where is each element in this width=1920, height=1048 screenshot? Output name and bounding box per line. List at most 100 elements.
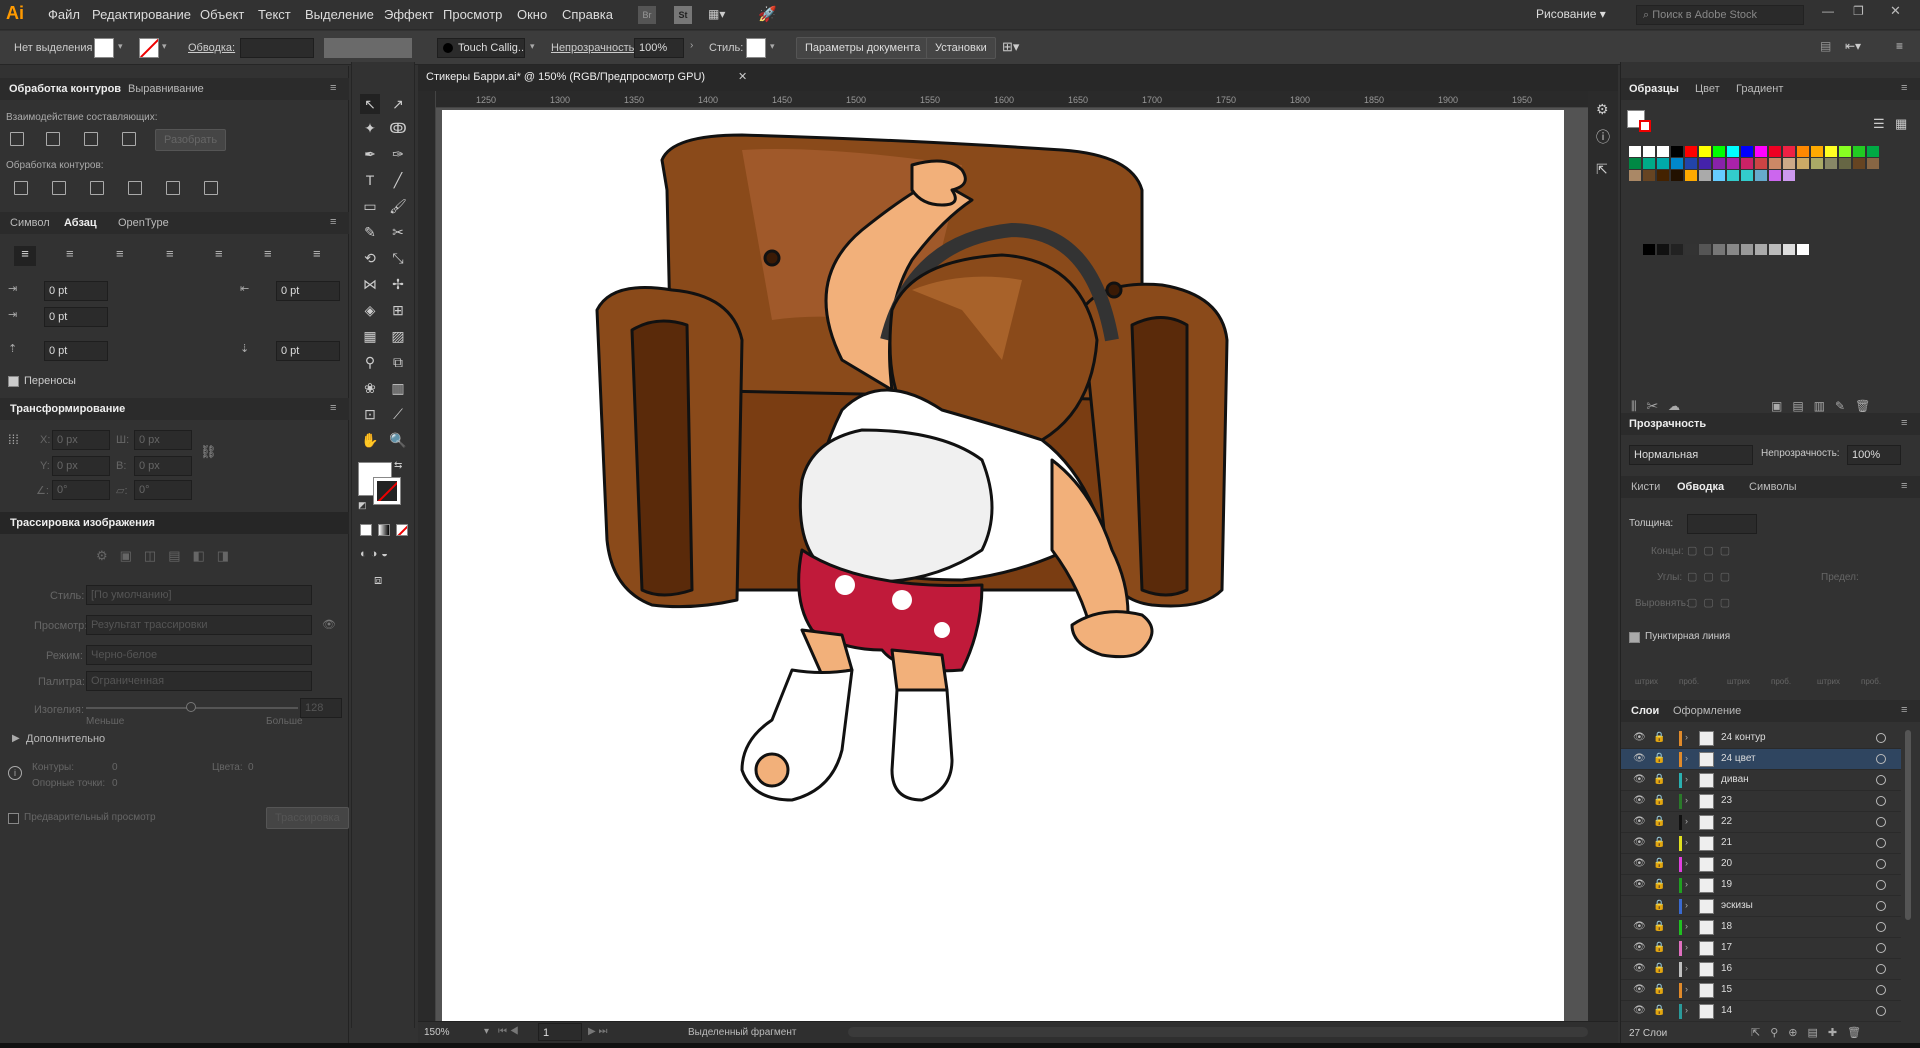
arrange-icon[interactable]: ▤ <box>1820 39 1831 53</box>
height-input[interactable]: 0 px <box>134 456 192 476</box>
curvature-tool-icon[interactable]: ✑ <box>388 144 408 164</box>
grey-swatch[interactable] <box>1643 244 1655 255</box>
visibility-eye-icon[interactable]: 👁 <box>1633 837 1646 848</box>
trace-preset-icons[interactable]: ⚙▣◫▤◧◨ <box>96 548 241 564</box>
x-input[interactable]: 0 px <box>52 430 110 450</box>
cap-icons[interactable]: ▢▢▢ <box>1687 544 1736 557</box>
zoom-tool-icon[interactable]: 🔍 <box>388 430 408 450</box>
layer-row[interactable]: 👁 🔒 › 22 <box>1621 812 1901 833</box>
color-swatch[interactable] <box>1867 158 1879 169</box>
image-trace-title[interactable]: Трассировка изображения <box>10 517 155 529</box>
expand-chevron-icon[interactable]: › <box>1685 753 1688 763</box>
close-button[interactable]: ✕ <box>1890 3 1901 19</box>
opacity-input[interactable]: 100% <box>634 38 684 58</box>
trace-mode-select[interactable]: Черно-белое <box>86 645 312 665</box>
color-swatch[interactable] <box>1755 170 1767 181</box>
align-options-icon[interactable]: ⊞▾ <box>1002 39 1019 55</box>
tab-character[interactable]: Символ <box>10 217 50 229</box>
visibility-eye-icon[interactable]: 👁 <box>1633 963 1646 974</box>
lock-icon[interactable]: 🔒 <box>1653 1005 1665 1016</box>
brush-definition[interactable]: Touch Callig... <box>437 38 525 58</box>
color-swatch[interactable] <box>1643 170 1655 181</box>
trace-style-select[interactable]: [По умолчанию] <box>86 585 312 605</box>
layer-name[interactable]: 17 <box>1721 942 1732 953</box>
prev-artboard-icon[interactable]: ⏮ ◀ <box>498 1026 519 1037</box>
layer-row[interactable]: 👁 🔒 › 21 <box>1621 833 1901 854</box>
visibility-eye-icon[interactable]: 👁 <box>1633 921 1646 932</box>
grey-swatch[interactable] <box>1699 244 1711 255</box>
menu-type[interactable]: Текст <box>258 7 291 22</box>
layer-name[interactable]: 15 <box>1721 984 1732 995</box>
tab-appearance[interactable]: Оформление <box>1673 705 1741 717</box>
brush-dropdown-icon[interactable]: ▾ <box>530 41 535 52</box>
graph-tool-icon[interactable]: ▥ <box>388 378 408 398</box>
color-mode-icon[interactable] <box>360 524 372 536</box>
corner-icons[interactable]: ▢▢▢ <box>1687 570 1736 583</box>
expand-chevron-icon[interactable]: › <box>1685 837 1688 847</box>
blend-tool-icon[interactable]: ⧉ <box>388 352 408 372</box>
target-circle-icon[interactable] <box>1876 817 1886 827</box>
target-circle-icon[interactable] <box>1876 880 1886 890</box>
control-menu-icon[interactable]: ≡ <box>1896 39 1903 53</box>
tab-stroke[interactable]: Обводка <box>1677 481 1724 493</box>
document-setup-button[interactable]: Параметры документа <box>796 37 930 59</box>
color-swatch[interactable] <box>1685 158 1697 169</box>
zoom-dropdown-icon[interactable]: ▾ <box>484 1026 489 1037</box>
grey-swatch[interactable] <box>1783 244 1795 255</box>
visibility-eye-icon[interactable]: 👁 <box>1633 795 1646 806</box>
shape-builder-tool-icon[interactable]: ◈ <box>360 300 380 320</box>
hand-tool-icon[interactable]: ✋ <box>360 430 380 450</box>
color-swatch[interactable] <box>1671 170 1683 181</box>
color-swatch[interactable] <box>1769 158 1781 169</box>
direct-selection-tool-icon[interactable]: ↗ <box>388 94 408 114</box>
visibility-eye-icon[interactable]: 👁 <box>1633 879 1646 890</box>
color-swatch[interactable] <box>1741 170 1753 181</box>
artboard-number[interactable]: 1 <box>538 1023 582 1041</box>
magic-wand-tool-icon[interactable]: ✦ <box>360 118 380 138</box>
vertical-ruler[interactable] <box>418 91 436 1021</box>
visibility-eye-icon[interactable]: 👁 <box>1633 732 1646 743</box>
shear-input[interactable]: 0° <box>134 480 192 500</box>
align-right-icon[interactable]: ≡ <box>116 246 124 261</box>
tab-pathfinder[interactable]: Обработка контуров <box>9 83 121 95</box>
transparency-title[interactable]: Прозрачность <box>1629 418 1706 430</box>
stroke-label[interactable]: Обводка: <box>188 42 235 54</box>
menu-view[interactable]: Просмотр <box>443 7 502 22</box>
color-swatch[interactable] <box>1685 146 1697 157</box>
gpu-performance-icon[interactable]: 🚀 <box>758 5 777 23</box>
symbol-sprayer-tool-icon[interactable]: ❀ <box>360 378 380 398</box>
lock-icon[interactable]: 🔒 <box>1653 921 1665 932</box>
trace-preview-checkbox[interactable] <box>8 813 19 824</box>
outline-icon[interactable] <box>166 181 180 195</box>
layers-list[interactable]: 👁 🔒 › 24 контур 👁 🔒 › 24 цвет 👁 🔒 › диван 👁 🔒 › 23 👁 🔒 › 22… <box>1621 728 1911 1024</box>
lock-icon[interactable]: 🔒 <box>1653 858 1665 869</box>
layer-row[interactable]: 🔒 › эскизы <box>1621 896 1901 917</box>
expand-chevron-icon[interactable]: › <box>1685 774 1688 784</box>
default-colors-icon[interactable]: ◩ <box>358 500 367 511</box>
grey-swatch[interactable] <box>1657 244 1669 255</box>
advanced-label[interactable]: Дополнительно <box>26 733 105 745</box>
fill-dropdown-icon[interactable]: ▾ <box>118 41 123 52</box>
paintbrush-tool-icon[interactable]: 🖌 <box>388 196 408 216</box>
mesh-tool-icon[interactable]: ▦ <box>360 326 380 346</box>
lock-icon[interactable]: 🔒 <box>1653 942 1665 953</box>
color-swatch[interactable] <box>1825 158 1837 169</box>
color-swatch[interactable] <box>1657 158 1669 169</box>
color-swatch[interactable] <box>1629 158 1641 169</box>
justify-all-icon[interactable]: ≡ <box>313 246 321 261</box>
layer-row[interactable]: 👁 🔒 › 18 <box>1621 917 1901 938</box>
style-dropdown-icon[interactable]: ▾ <box>770 41 775 52</box>
lock-icon[interactable]: 🔒 <box>1653 984 1665 995</box>
lock-icon[interactable]: 🔒 <box>1653 963 1665 974</box>
menu-window[interactable]: Окно <box>517 7 547 22</box>
minus-front-icon[interactable] <box>46 132 60 146</box>
opacity-arrow-icon[interactable]: › <box>690 40 693 51</box>
layer-row[interactable]: 👁 🔒 › 24 цвет <box>1621 749 1901 770</box>
lock-icon[interactable]: 🔒 <box>1653 753 1665 764</box>
first-line-indent-input[interactable]: 0 pt <box>44 307 108 327</box>
target-circle-icon[interactable] <box>1876 922 1886 932</box>
expand-chevron-icon[interactable]: › <box>1685 984 1688 994</box>
menu-edit[interactable]: Редактирование <box>92 7 191 22</box>
grey-swatch[interactable] <box>1755 244 1767 255</box>
menu-effect[interactable]: Эффект <box>384 7 434 22</box>
